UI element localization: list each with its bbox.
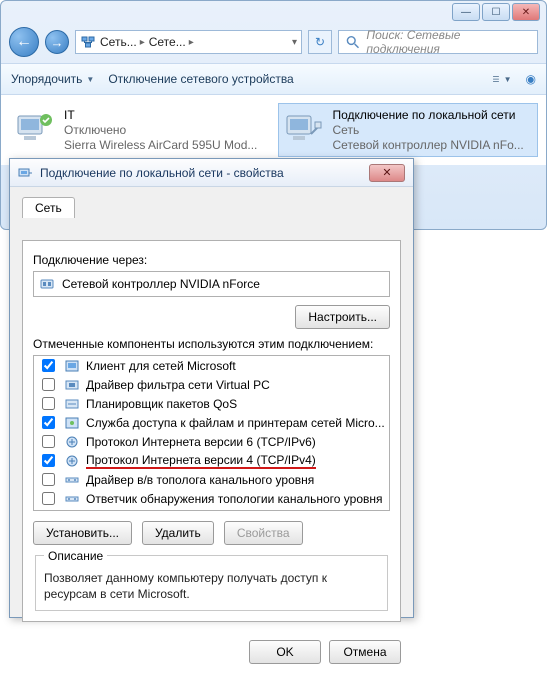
- chevron-down-icon: ▼: [86, 75, 94, 84]
- adapter-name: Сетевой контроллер NVIDIA nForce: [62, 277, 260, 291]
- disable-device-button[interactable]: Отключение сетевого устройства: [108, 72, 293, 86]
- help-button[interactable]: ◉: [526, 72, 536, 86]
- chevron-right-icon: ▸: [140, 37, 145, 48]
- component-item[interactable]: Протокол Интернета версии 4 (TCP/IPv4): [34, 451, 389, 470]
- connect-using-label: Подключение через:: [33, 253, 390, 267]
- window-controls: — ☐ ✕: [452, 3, 540, 21]
- component-label: Протокол Интернета версии 4 (TCP/IPv4): [86, 453, 316, 469]
- cancel-button[interactable]: Отмена: [329, 640, 401, 664]
- component-item[interactable]: Ответчик обнаружения топологии канальног…: [34, 489, 389, 508]
- component-label: Драйвер в/в тополога канального уровня: [86, 473, 314, 487]
- uninstall-button[interactable]: Удалить: [142, 521, 214, 545]
- organize-menu[interactable]: Упорядочить▼: [11, 72, 94, 86]
- component-icon: [64, 472, 80, 488]
- component-item[interactable]: Драйвер в/в тополога канального уровня: [34, 470, 389, 489]
- component-checkbox[interactable]: [42, 454, 55, 467]
- component-icon: [64, 396, 80, 412]
- component-checkbox[interactable]: [42, 435, 55, 448]
- component-checkbox[interactable]: [42, 416, 55, 429]
- tab-panel: Подключение через: Сетевой контроллер NV…: [22, 240, 401, 622]
- components-label: Отмеченные компоненты используются этим …: [33, 337, 390, 351]
- component-checkbox[interactable]: [42, 378, 55, 391]
- component-item[interactable]: Клиент для сетей Microsoft: [34, 356, 389, 375]
- network-adapter-icon: [18, 165, 34, 181]
- description-text: Позволяет данному компьютеру получать до…: [44, 570, 379, 602]
- connections-pane: IT Отключено Sierra Wireless AirCard 595…: [1, 95, 546, 165]
- tabs: Сеть: [22, 197, 401, 219]
- configure-button[interactable]: Настроить...: [295, 305, 390, 329]
- minimize-button[interactable]: —: [452, 3, 480, 21]
- components-list[interactable]: Клиент для сетей Microsoft Драйвер фильтр…: [33, 355, 390, 511]
- chevron-down-icon: ▼: [504, 75, 512, 84]
- component-label: Драйвер фильтра сети Virtual PC: [86, 378, 270, 392]
- dialog-titlebar: Подключение по локальной сети - свойства…: [10, 159, 413, 187]
- connection-title: IT: [64, 108, 257, 122]
- component-icon: [64, 434, 80, 450]
- component-icon: [64, 491, 80, 507]
- component-label: Ответчик обнаружения топологии канальног…: [86, 492, 383, 506]
- component-icon: [64, 377, 80, 393]
- adapter-icon: [14, 108, 56, 150]
- component-icon: [64, 358, 80, 374]
- tab-network[interactable]: Сеть: [22, 197, 75, 218]
- connection-device: Sierra Wireless AirCard 595U Mod...: [64, 138, 257, 152]
- dialog-title: Подключение по локальной сети - свойства: [40, 166, 284, 180]
- component-checkbox[interactable]: [42, 473, 55, 486]
- nic-icon: [40, 276, 56, 292]
- component-checkbox[interactable]: [42, 397, 55, 410]
- component-label: Служба доступа к файлам и принтерам сете…: [86, 416, 385, 430]
- ok-button[interactable]: OK: [249, 640, 321, 664]
- properties-button[interactable]: Свойства: [224, 521, 303, 545]
- toolbar: Упорядочить▼ Отключение сетевого устройс…: [1, 63, 546, 95]
- breadcrumb-seg-2[interactable]: Сете...▸: [149, 35, 194, 49]
- close-button[interactable]: ✕: [512, 3, 540, 21]
- component-icon: [64, 415, 80, 431]
- dialog-footer: OK Отмена: [10, 630, 413, 674]
- component-item[interactable]: Планировщик пакетов QoS: [34, 394, 389, 413]
- component-item[interactable]: Протокол Интернета версии 6 (TCP/IPv6): [34, 432, 389, 451]
- breadcrumb-seg-1[interactable]: Сеть...▸: [100, 35, 145, 49]
- search-placeholder: Поиск: Сетевые подключения: [366, 28, 531, 56]
- chevron-down-icon[interactable]: ▾: [292, 37, 297, 48]
- adapter-icon: [283, 108, 325, 150]
- component-checkbox[interactable]: [42, 359, 55, 372]
- connection-device: Сетевой контроллер NVIDIA nFo...: [333, 138, 524, 152]
- component-icon: [64, 453, 80, 469]
- description-group: Описание Позволяет данному компьютеру по…: [35, 555, 388, 611]
- connection-item[interactable]: IT Отключено Sierra Wireless AirCard 595…: [9, 103, 270, 157]
- network-icon: [80, 34, 96, 50]
- properties-dialog: Подключение по локальной сети - свойства…: [9, 158, 414, 618]
- connection-title: Подключение по локальной сети: [333, 108, 524, 122]
- breadcrumb[interactable]: Сеть...▸ Сете...▸ ▾: [75, 30, 302, 54]
- nav-back-button[interactable]: ←: [9, 27, 39, 57]
- component-checkbox[interactable]: [42, 492, 55, 505]
- view-icons-button[interactable]: ☰▼: [492, 75, 511, 84]
- nav-forward-button[interactable]: →: [45, 30, 69, 54]
- adapter-field: Сетевой контроллер NVIDIA nForce: [33, 271, 390, 297]
- component-label: Планировщик пакетов QoS: [86, 397, 237, 411]
- chevron-right-icon: ▸: [189, 37, 194, 48]
- connection-status: Сеть: [333, 123, 524, 137]
- search-icon: [345, 34, 360, 50]
- connection-status: Отключено: [64, 123, 257, 137]
- install-button[interactable]: Установить...: [33, 521, 132, 545]
- refresh-button[interactable]: ↻: [308, 30, 332, 54]
- connection-item[interactable]: Подключение по локальной сети Сеть Сетев…: [278, 103, 539, 157]
- component-label: Клиент для сетей Microsoft: [86, 359, 236, 373]
- dialog-close-button[interactable]: ✕: [369, 164, 405, 182]
- description-title: Описание: [44, 549, 107, 563]
- search-input[interactable]: Поиск: Сетевые подключения: [338, 30, 538, 54]
- component-item[interactable]: Драйвер фильтра сети Virtual PC: [34, 375, 389, 394]
- component-label: Протокол Интернета версии 6 (TCP/IPv6): [86, 435, 316, 449]
- maximize-button[interactable]: ☐: [482, 3, 510, 21]
- component-item[interactable]: Служба доступа к файлам и принтерам сете…: [34, 413, 389, 432]
